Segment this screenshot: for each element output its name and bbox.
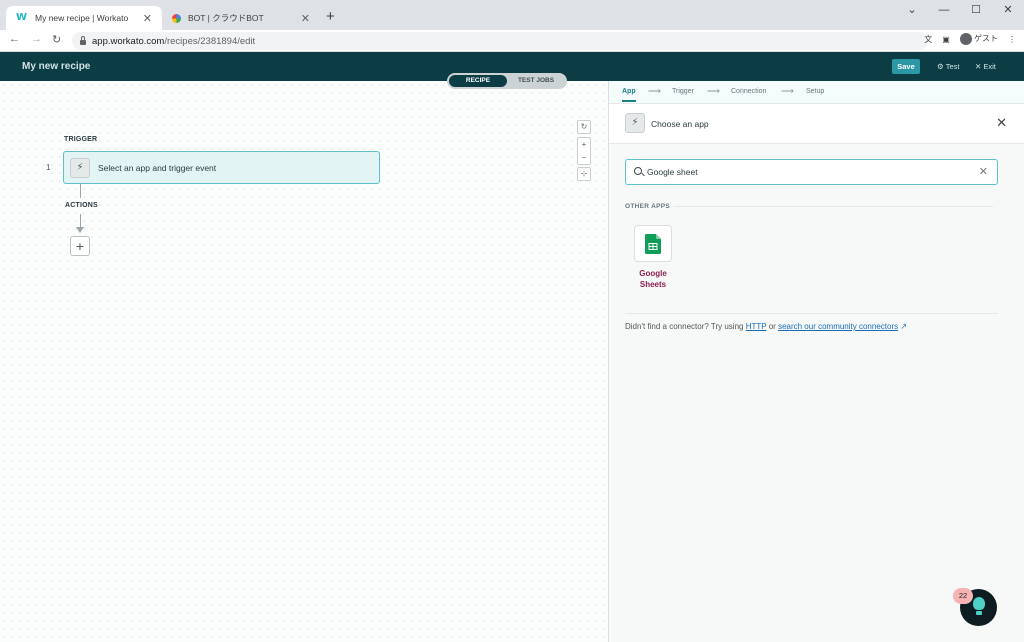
- help-or: or: [768, 322, 776, 331]
- app-search-field[interactable]: ✕: [625, 159, 998, 185]
- notification-badge: 22: [953, 588, 973, 604]
- recipe-title[interactable]: My new recipe: [22, 61, 90, 72]
- test-label: Test: [945, 62, 960, 71]
- zoom-out-icon[interactable]: −: [578, 151, 590, 164]
- tab-bot[interactable]: BOT | クラウドBOT ✕: [162, 6, 320, 30]
- connector-line: [80, 214, 81, 228]
- chevron-down-icon[interactable]: ⌄: [896, 0, 928, 22]
- reload-icon[interactable]: ↻: [52, 33, 61, 46]
- tab-title: BOT | クラウドBOT: [188, 13, 264, 23]
- arrow-right-icon: ⟶: [781, 86, 794, 96]
- app-search-input[interactable]: [647, 165, 967, 179]
- arrow-right-icon: ⟶: [707, 86, 720, 96]
- other-apps-label: OTHER APPS: [625, 203, 671, 210]
- google-sheets-app-name[interactable]: Google Sheets: [623, 268, 683, 290]
- url-host: app.workato.com: [92, 35, 165, 47]
- recipe-canvas[interactable]: TRIGGER 1 ⚡︎ Select an app and trigger e…: [0, 81, 608, 642]
- zoom-controls: + −: [577, 137, 591, 165]
- app-name-line: Google: [639, 269, 667, 278]
- tab-workato[interactable]: W My new recipe | Workato ✕: [6, 6, 162, 30]
- arrow-down-icon: [76, 227, 84, 233]
- back-icon[interactable]: ←: [9, 33, 20, 45]
- lightning-icon: ⚡︎: [70, 157, 90, 178]
- step-connection[interactable]: Connection: [731, 88, 766, 95]
- wizard-steps: App ⟶ Trigger ⟶ Connection ⟶ Setup: [609, 81, 1024, 104]
- exit-label: Exit: [983, 62, 996, 71]
- avatar-icon: [959, 33, 972, 45]
- forward-icon[interactable]: →: [31, 33, 42, 45]
- translate-icon[interactable]: 文: [924, 34, 932, 45]
- actions-label: ACTIONS: [65, 202, 98, 209]
- close-icon[interactable]: ✕: [143, 12, 152, 25]
- profile-button[interactable]: ゲスト: [959, 33, 998, 45]
- trigger-step-text: Select an app and trigger event: [98, 162, 217, 173]
- url-input[interactable]: app.workato.com/recipes/2381894/edit: [72, 32, 928, 50]
- url-path: /recipes/2381894/edit: [164, 35, 256, 47]
- divider: [625, 313, 998, 314]
- step-app[interactable]: App: [622, 88, 636, 102]
- app-picker-panel: App ⟶ Trigger ⟶ Connection ⟶ Setup ⚡︎ Ch…: [608, 81, 1024, 642]
- window-controls: ⌄ — ☐ ✕: [896, 0, 1024, 22]
- lightbulb-base: [976, 611, 982, 615]
- step-number: 1: [46, 163, 51, 172]
- trigger-step-card[interactable]: ⚡︎ Select an app and trigger event: [63, 151, 380, 184]
- app-name-line: Sheets: [639, 280, 667, 289]
- step-setup[interactable]: Setup: [806, 88, 824, 95]
- recipe-mode-toggle: RECIPE TEST JOBS: [447, 73, 567, 89]
- clear-icon[interactable]: ✕: [979, 165, 988, 178]
- lightning-icon: ⚡︎: [625, 113, 645, 133]
- gear-icon: ⚙: [937, 62, 944, 71]
- workato-favicon-icon: W: [16, 12, 28, 23]
- choose-app-header: ⚡︎ Choose an app ✕: [609, 104, 1024, 144]
- tab-test-jobs[interactable]: TEST JOBS: [507, 75, 565, 87]
- save-button[interactable]: Save: [892, 59, 920, 74]
- exit-button[interactable]: ✕ Exit: [975, 62, 996, 71]
- tab-recipe[interactable]: RECIPE: [449, 75, 507, 87]
- tab-title: My new recipe | Workato: [35, 13, 129, 23]
- google-sheets-icon: [645, 233, 661, 254]
- bot-favicon-icon: [172, 13, 181, 23]
- fit-view-icon[interactable]: ⊹: [577, 167, 591, 181]
- close-icon[interactable]: ✕: [301, 12, 310, 25]
- kebab-menu-icon[interactable]: ⋮: [1008, 35, 1016, 44]
- address-bar: ← → ↻ app.workato.com/recipes/2381894/ed…: [0, 30, 1024, 52]
- sidepanel-icon[interactable]: ▣: [942, 35, 950, 44]
- minimize-icon[interactable]: —: [928, 0, 960, 22]
- external-link-icon: ↗: [900, 322, 908, 331]
- arrow-right-icon: ⟶: [648, 86, 661, 96]
- profile-label: ゲスト: [974, 34, 998, 44]
- new-tab-icon[interactable]: +: [326, 8, 335, 25]
- add-step-button[interactable]: +: [70, 236, 90, 256]
- http-link[interactable]: HTTP: [746, 322, 767, 331]
- lock-icon: [80, 35, 86, 45]
- url-text: app.workato.com/recipes/2381894/edit: [92, 36, 255, 47]
- trigger-label: TRIGGER: [64, 136, 98, 143]
- close-icon[interactable]: ✕: [996, 115, 1007, 131]
- close-icon: ✕: [975, 62, 982, 71]
- choose-app-title: Choose an app: [651, 119, 709, 129]
- maximize-icon[interactable]: ☐: [960, 0, 992, 22]
- connector-help-text: Didn't find a connector? Try using HTTP …: [625, 322, 907, 331]
- test-button[interactable]: ⚙ Test: [937, 62, 959, 71]
- lightbulb-icon: [973, 597, 985, 610]
- community-connectors-link[interactable]: search our community connectors: [778, 322, 898, 331]
- divider: [673, 206, 993, 207]
- google-sheets-app-tile[interactable]: [634, 225, 672, 262]
- reset-view-icon[interactable]: ↻: [577, 120, 591, 134]
- help-prefix: Didn't find a connector? Try using: [625, 322, 744, 331]
- connector-line: [80, 184, 81, 198]
- browser-toolbar-right: 文 ▣ ゲスト ⋮: [924, 33, 1016, 45]
- search-icon: [634, 167, 642, 175]
- step-trigger[interactable]: Trigger: [672, 88, 694, 95]
- browser-tab-strip: W My new recipe | Workato ✕ BOT | クラウドBO…: [0, 0, 1024, 30]
- zoom-in-icon[interactable]: +: [578, 138, 590, 151]
- close-window-icon[interactable]: ✕: [992, 0, 1024, 22]
